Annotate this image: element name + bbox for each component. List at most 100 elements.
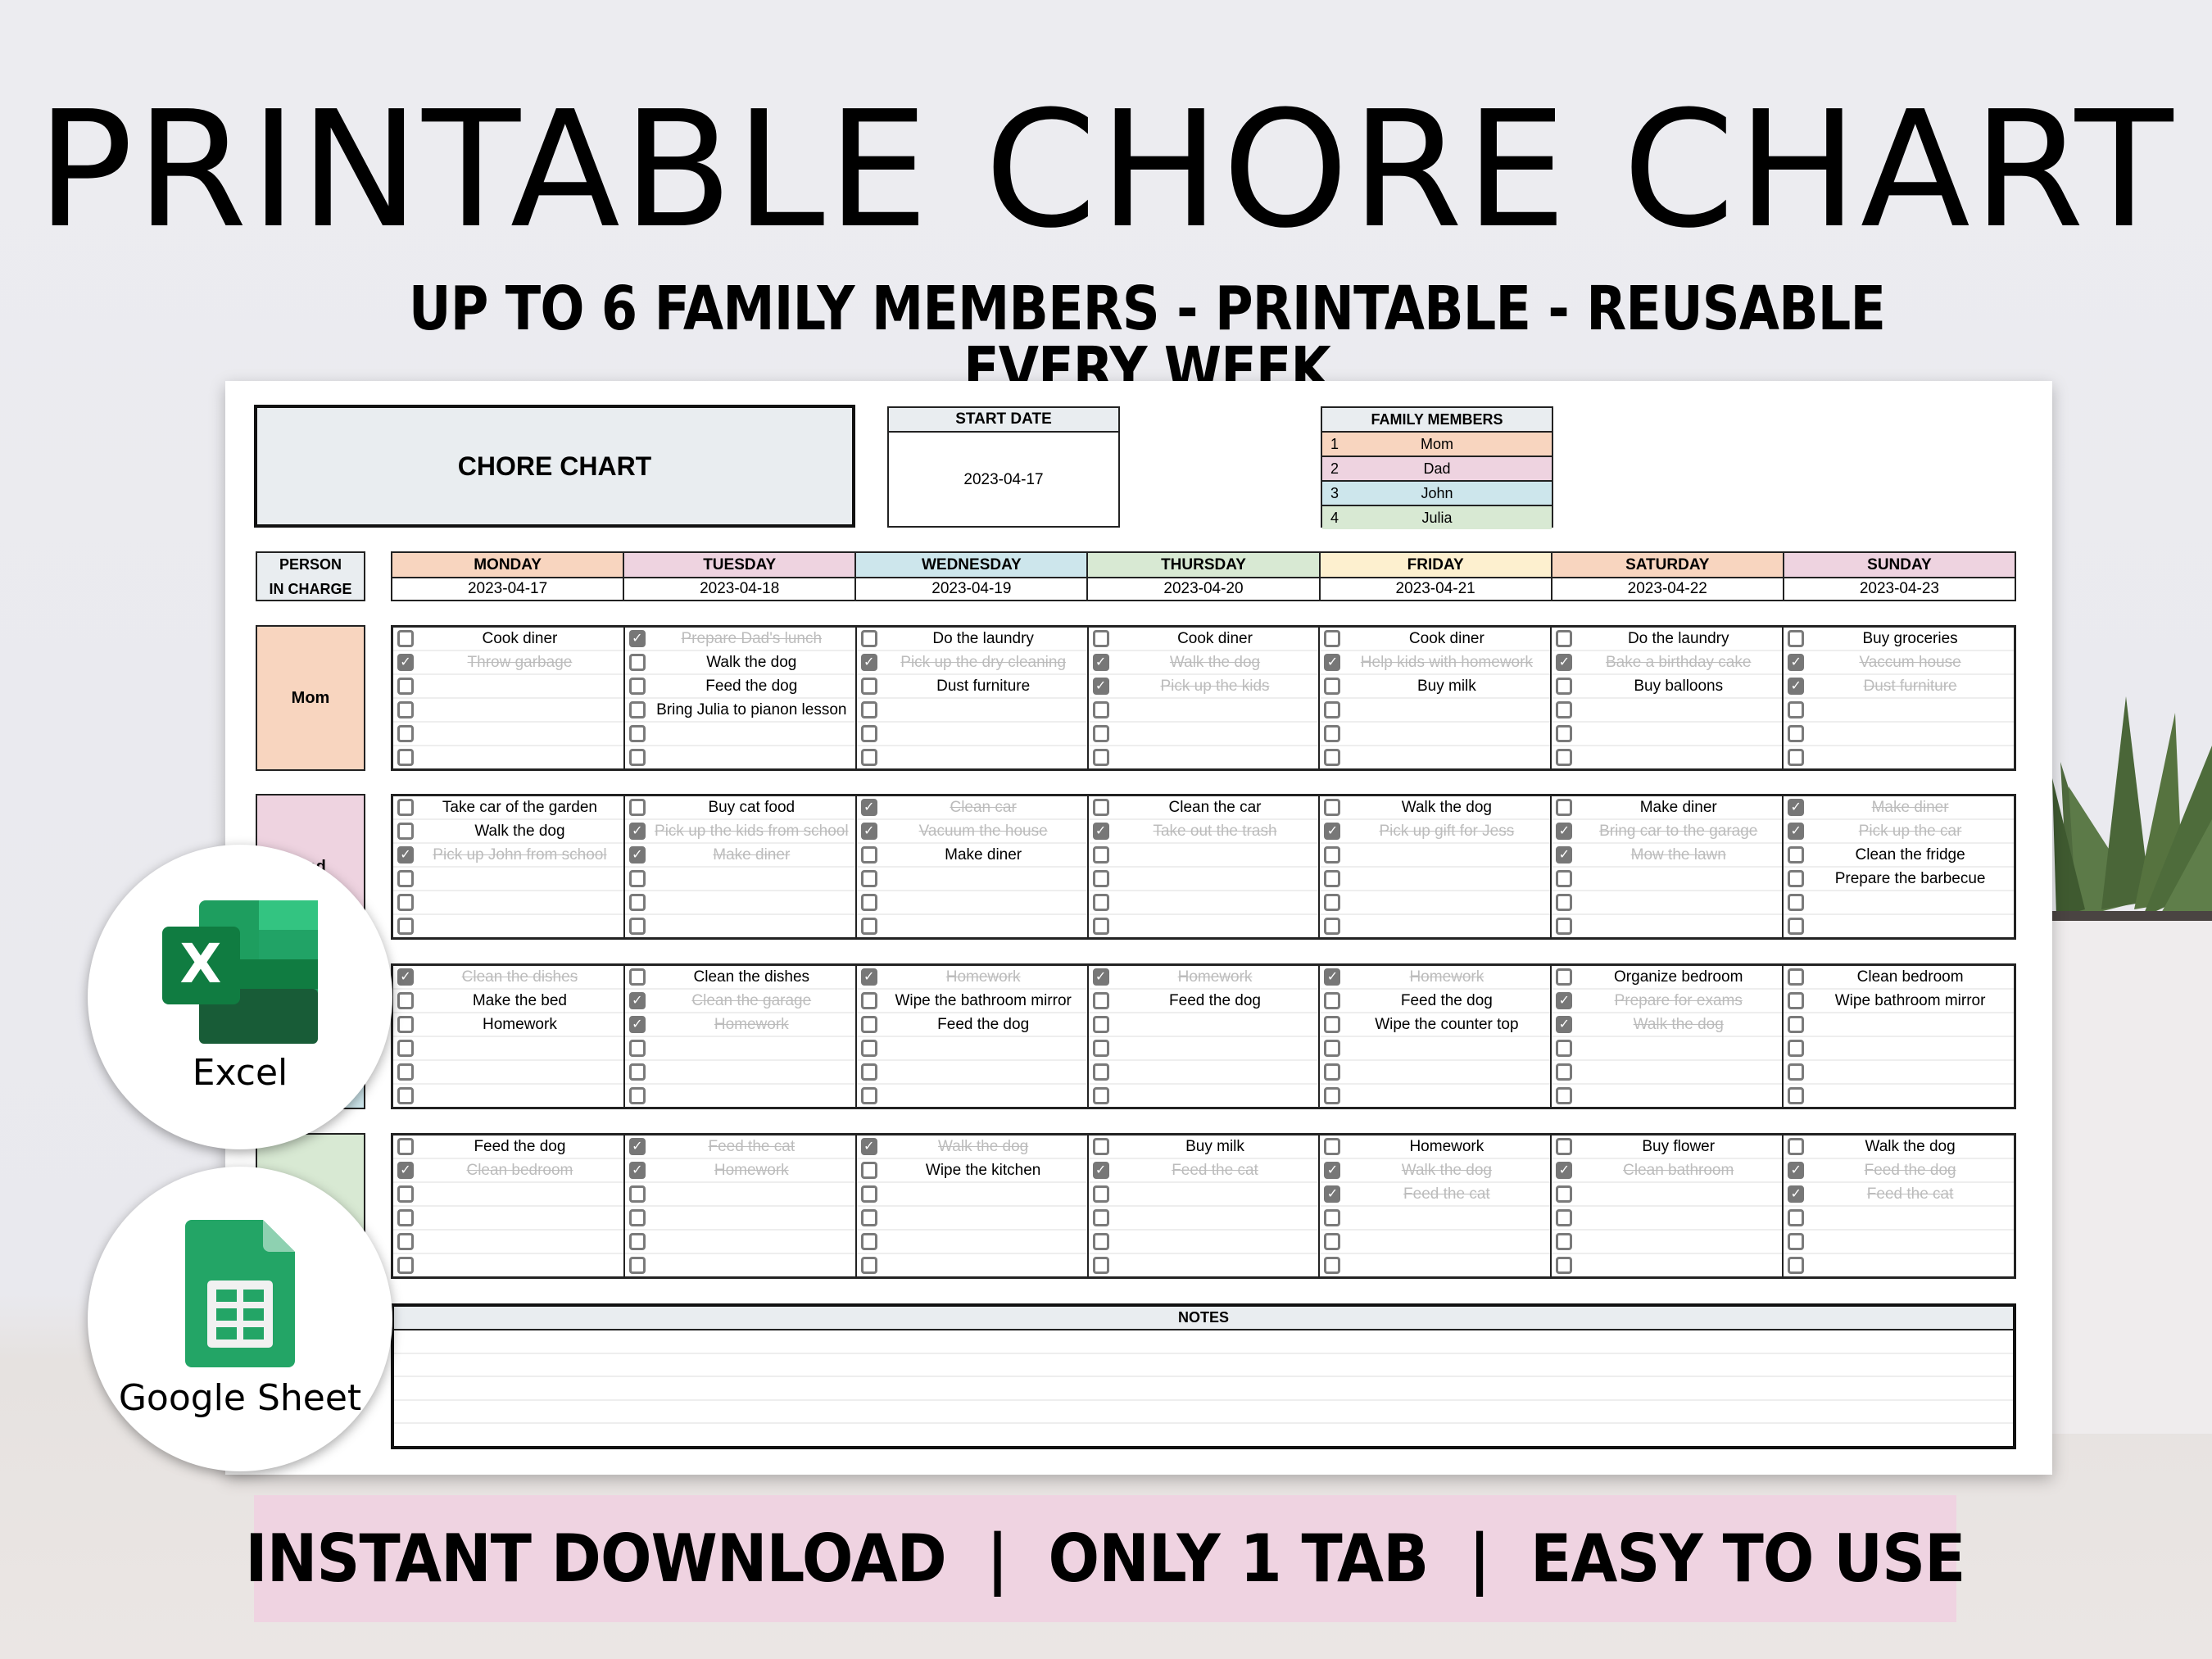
task-text[interactable]: Prepare the barbecue: [1806, 870, 2014, 888]
checkbox[interactable]: [1324, 1016, 1341, 1033]
task-text[interactable]: Pick up gift for Jess: [1343, 823, 1550, 841]
checkbox[interactable]: [1788, 968, 1805, 986]
task-text[interactable]: Organize bedroom: [1575, 968, 1782, 986]
checkbox[interactable]: [628, 725, 646, 742]
checkbox[interactable]: [860, 630, 877, 647]
checkbox[interactable]: [1788, 1016, 1805, 1033]
checkbox[interactable]: [628, 1185, 646, 1203]
checkbox[interactable]: [1092, 1040, 1109, 1057]
checkbox[interactable]: [1324, 725, 1341, 742]
checkbox-checked[interactable]: ✓: [1092, 823, 1109, 840]
task-text[interactable]: Cook diner: [1112, 630, 1319, 648]
checkbox[interactable]: [1324, 1087, 1341, 1104]
person-cell-mom[interactable]: Mom: [256, 625, 365, 771]
family-member-name[interactable]: Mom: [1322, 436, 1552, 453]
checkbox-checked[interactable]: ✓: [860, 823, 877, 840]
checkbox[interactable]: [1556, 630, 1573, 647]
task-text[interactable]: Mow the lawn: [1575, 846, 1782, 864]
checkbox[interactable]: [397, 1040, 414, 1057]
task-text[interactable]: Vacuum the house: [880, 823, 1087, 841]
checkbox-checked[interactable]: ✓: [860, 654, 877, 671]
family-member-row[interactable]: 4 Julia: [1322, 506, 1552, 529]
checkbox[interactable]: [1556, 749, 1573, 766]
checkbox[interactable]: [1092, 1087, 1109, 1104]
checkbox[interactable]: [1092, 1233, 1109, 1250]
checkbox[interactable]: [397, 678, 414, 695]
task-text[interactable]: Feed the cat: [1806, 1185, 2014, 1203]
checkbox-checked[interactable]: ✓: [628, 1138, 646, 1155]
checkbox-checked[interactable]: ✓: [1324, 1185, 1341, 1203]
checkbox[interactable]: [1092, 630, 1109, 647]
task-text[interactable]: Feed the cat: [1112, 1162, 1319, 1180]
task-text[interactable]: Pick up the dry cleaning: [880, 654, 1087, 672]
checkbox[interactable]: [1788, 918, 1805, 935]
task-text[interactable]: Make the bed: [416, 992, 623, 1010]
checkbox-checked[interactable]: ✓: [1324, 823, 1341, 840]
checkbox-checked[interactable]: ✓: [1788, 799, 1805, 816]
task-text[interactable]: Feed the dog: [416, 1138, 623, 1156]
task-text[interactable]: Bring Julia to pianon lesson: [648, 701, 855, 719]
checkbox[interactable]: [397, 1257, 414, 1274]
checkbox[interactable]: [1556, 678, 1573, 695]
checkbox[interactable]: [1324, 701, 1341, 718]
checkbox[interactable]: [397, 749, 414, 766]
checkbox[interactable]: [397, 799, 414, 816]
checkbox[interactable]: [1324, 1233, 1341, 1250]
checkbox-checked[interactable]: ✓: [628, 846, 646, 863]
checkbox[interactable]: [397, 1233, 414, 1250]
checkbox[interactable]: [628, 1040, 646, 1057]
checkbox[interactable]: [860, 918, 877, 935]
checkbox[interactable]: [397, 894, 414, 911]
checkbox[interactable]: [1788, 1138, 1805, 1155]
task-text[interactable]: Homework: [648, 1162, 855, 1180]
checkbox[interactable]: [1556, 968, 1573, 986]
notes-line[interactable]: [394, 1424, 2013, 1446]
checkbox[interactable]: [628, 799, 646, 816]
task-text[interactable]: Feed the dog: [880, 1016, 1087, 1034]
task-text[interactable]: Pick up the kids from school: [648, 823, 855, 841]
checkbox[interactable]: [1788, 894, 1805, 911]
task-text[interactable]: Wipe the kitchen: [880, 1162, 1087, 1180]
task-text[interactable]: Cook diner: [1343, 630, 1550, 648]
checkbox[interactable]: [628, 654, 646, 671]
task-text[interactable]: Take out the trash: [1112, 823, 1319, 841]
family-member-name[interactable]: Dad: [1322, 460, 1552, 478]
task-text[interactable]: Buy milk: [1112, 1138, 1319, 1156]
checkbox[interactable]: [397, 823, 414, 840]
task-text[interactable]: Feed the cat: [1343, 1185, 1550, 1203]
notes-line[interactable]: [394, 1330, 2013, 1354]
checkbox[interactable]: [1092, 799, 1109, 816]
checkbox[interactable]: [397, 701, 414, 718]
checkbox[interactable]: [1092, 846, 1109, 863]
checkbox[interactable]: [1324, 894, 1341, 911]
checkbox[interactable]: [1092, 1138, 1109, 1155]
checkbox[interactable]: [1788, 870, 1805, 887]
task-text[interactable]: Buy balloons: [1575, 678, 1782, 696]
checkbox-checked[interactable]: ✓: [1324, 654, 1341, 671]
task-text[interactable]: Pick up the car: [1806, 823, 2014, 841]
task-text[interactable]: Do the laundry: [880, 630, 1087, 648]
checkbox[interactable]: [860, 1209, 877, 1226]
checkbox[interactable]: [1324, 1138, 1341, 1155]
task-text[interactable]: Wipe bathroom mirror: [1806, 992, 2014, 1010]
checkbox[interactable]: [628, 701, 646, 718]
checkbox[interactable]: [628, 678, 646, 695]
task-text[interactable]: Clean the dishes: [648, 968, 855, 986]
checkbox[interactable]: [1324, 799, 1341, 816]
family-member-row[interactable]: 2 Dad: [1322, 457, 1552, 482]
checkbox[interactable]: [397, 1016, 414, 1033]
checkbox-checked[interactable]: ✓: [397, 654, 414, 671]
task-text[interactable]: Take car of the garden: [416, 799, 623, 817]
checkbox-checked[interactable]: ✓: [1788, 678, 1805, 695]
checkbox[interactable]: [628, 1257, 646, 1274]
checkbox[interactable]: [628, 1209, 646, 1226]
checkbox[interactable]: [1092, 701, 1109, 718]
checkbox[interactable]: [1788, 1087, 1805, 1104]
checkbox-checked[interactable]: ✓: [860, 799, 877, 816]
checkbox[interactable]: [1092, 1063, 1109, 1081]
start-date-input[interactable]: 2023-04-17: [889, 433, 1118, 528]
notes-line[interactable]: [394, 1377, 2013, 1401]
checkbox[interactable]: [1092, 1257, 1109, 1274]
task-text[interactable]: Homework: [1343, 968, 1550, 986]
checkbox[interactable]: [1556, 701, 1573, 718]
